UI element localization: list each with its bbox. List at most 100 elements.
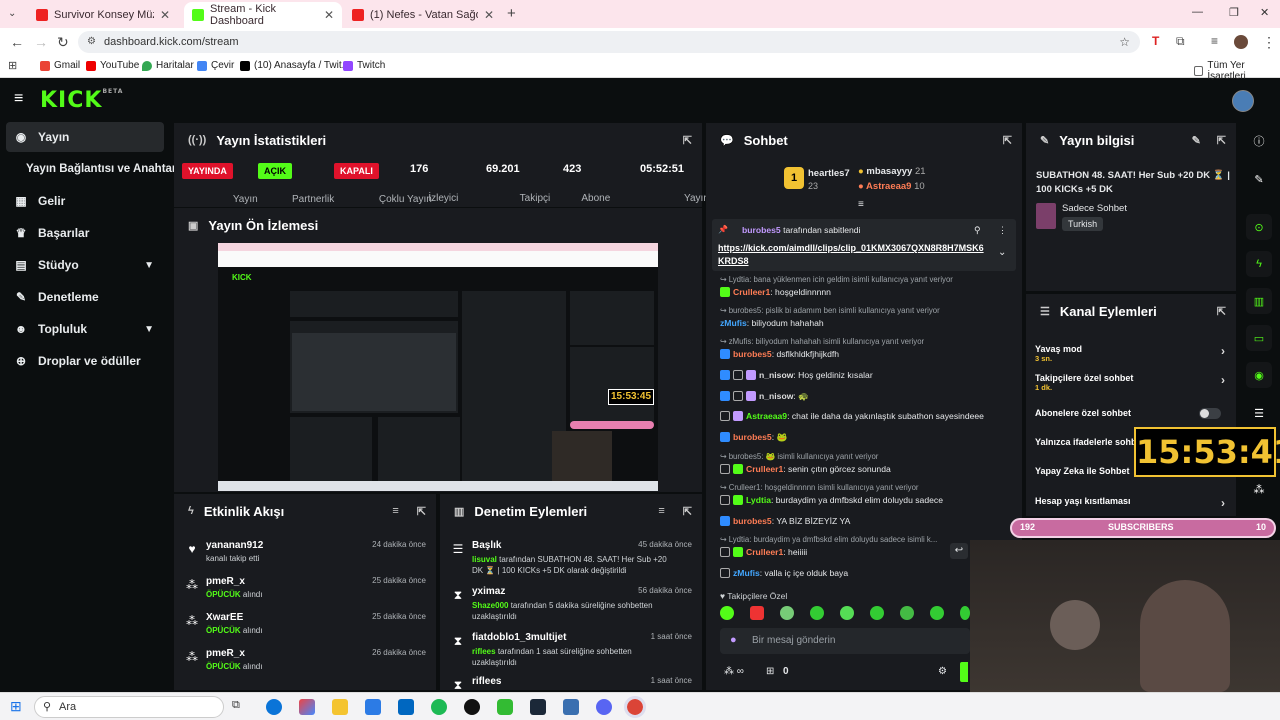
broadcast-icon[interactable]: ◉ [1246,362,1272,388]
emote-icon[interactable] [750,606,764,620]
emote-icon[interactable] [780,606,794,620]
forward-icon[interactable]: → [34,34,48,50]
info-icon[interactable]: ⓘ [1246,128,1272,154]
chat-message[interactable]: Crulleer1: hoşgeldinnnnn [720,287,1016,297]
filter-icon[interactable]: ≡ [658,505,664,517]
new-tab-icon[interactable]: + [507,5,516,22]
gift-icon[interactable]: ⊞ [766,666,774,677]
browser-tab-3[interactable]: (1) Nefes - Vatan Sağolsun | Mü ✕ [344,2,502,28]
popout-icon[interactable]: ⇱ [1217,305,1226,318]
reward-icon[interactable]: ⁂ [1246,476,1272,502]
channel-points-icon[interactable]: ⁂ ∞ [724,666,744,677]
emote-icon[interactable] [870,606,884,620]
emote-icon[interactable] [960,606,970,620]
filter-icon[interactable]: ≡ [392,505,398,517]
action-subs-only[interactable]: Abonelere özel sohbet [1035,408,1225,419]
chat-message[interactable]: burobes5: 🐸 [720,432,1016,443]
chat-bubble-icon[interactable]: ▭ [1246,325,1272,351]
chrome-icon[interactable] [624,696,646,718]
app-icon[interactable] [563,699,579,715]
sidebar-item-stream[interactable]: ◉ Yayın [6,122,164,152]
emote-icon[interactable] [930,606,944,620]
spotify-icon[interactable] [431,699,447,715]
action-ai-chat[interactable]: Yapay Zeka ile Sohbet [1035,466,1147,476]
all-bookmarks[interactable]: Tüm Yer İşaretleri [1194,60,1280,82]
kick-logo[interactable]: KICKBETA [40,88,123,113]
chat-settings-gear-icon[interactable]: ⚙ [938,666,947,677]
chat-message[interactable]: Lydtia: burdaydim ya dmfbskd elim doluyd… [720,495,1016,505]
browser-tab-2[interactable]: Stream - Kick Dashboard ✕ [184,2,342,28]
obs-icon[interactable] [464,699,480,715]
bookmark-twitter[interactable]: (10) Anasayfa / Twit... [240,60,350,71]
kick-app-icon[interactable] [497,699,513,715]
popout-icon[interactable]: ⇱ [1217,134,1226,147]
gifter-3[interactable]: ● Astraeaa9 10 [858,181,925,192]
browser-menu-icon[interactable]: ⋮ [1262,34,1276,51]
chat-message[interactable]: burobes5: dsflkhldkfjhijkdfh [720,349,1016,359]
taskbar-search[interactable]: ⚲ Ara [34,696,224,718]
media-control-icon[interactable]: ≡ [1211,34,1218,48]
bookmark-maps[interactable]: Haritalar [142,60,194,71]
file-explorer-icon[interactable] [332,699,348,715]
sidebar-item-studio[interactable]: ▤ Stüdyo ▼ [6,250,164,280]
pin-icon[interactable]: ⚲ [974,225,981,236]
mic-icon[interactable]: ● [730,634,737,646]
chat-message[interactable]: zMufis: biliyodum hahahah [720,318,1016,328]
windows-start-icon[interactable]: ⊞ [10,698,22,715]
bookmark-translate[interactable]: Çevir [197,60,234,71]
emote-icon[interactable] [810,606,824,620]
chevron-down-icon[interactable]: ⌄ [998,247,1006,258]
user-avatar[interactable] [1232,90,1254,112]
popout-icon[interactable]: ⇱ [1003,134,1012,147]
action-account-age[interactable]: Hesap yaşı kısıtlaması › [1035,496,1225,510]
close-tab-icon[interactable]: ✕ [324,8,334,22]
close-tab-icon[interactable]: ✕ [484,8,494,22]
task-view-icon[interactable]: ⧉ [232,699,240,712]
site-info-icon[interactable]: ⚙ [87,31,96,53]
popout-icon[interactable]: ⇱ [683,505,692,518]
bookmark-youtube[interactable]: YouTube [86,60,139,71]
stream-preview-video[interactable]: KICK 15:53:45 [218,243,658,491]
send-button[interactable] [960,662,968,682]
sidebar-item-stream-key[interactable]: Yayın Bağlantısı ve Anahtarı [6,154,180,184]
extension-icon[interactable]: T [1152,34,1159,48]
url-field[interactable]: ⚙ dashboard.kick.com/stream ☆ [78,31,1140,53]
gifter-2[interactable]: ● mbasayyy 21 [858,166,926,177]
sidebar-item-revenue[interactable]: ▦ Gelir [6,186,164,216]
tag-chip[interactable]: Turkish [1062,217,1104,231]
maximize-icon[interactable]: ❐ [1229,6,1239,19]
sidebar-item-community[interactable]: ☻ Topluluk ▼ [6,314,164,344]
chat-message[interactable]: n_nisow: Hoş geldiniz kısalar [720,370,1016,380]
category-name[interactable]: Sadece Sohbet [1062,203,1127,214]
sidebar-item-achievements[interactable]: ♛ Başarılar [6,218,164,248]
edit-icon[interactable]: ✎ [1246,166,1272,192]
emote-icon[interactable] [900,606,914,620]
store-icon[interactable] [365,699,381,715]
more-options-icon[interactable]: ⋮ [998,225,1007,236]
hamburger-menu-icon[interactable]: ≡ [14,90,23,108]
minimize-icon[interactable]: — [1192,6,1203,18]
bookmark-gmail[interactable]: Gmail [40,60,80,71]
expand-icon[interactable]: ≡ [858,199,864,210]
close-window-icon[interactable]: ✕ [1260,6,1269,19]
tab-search-icon[interactable]: ⌄ [8,8,16,19]
back-icon[interactable]: ← [10,34,24,50]
mail-icon[interactable] [398,699,414,715]
action-slow-mode[interactable]: Yavaş mod 3 sn. › [1035,344,1225,363]
edge-icon[interactable] [266,699,282,715]
bookmark-star-icon[interactable]: ☆ [1119,31,1130,53]
steam-icon[interactable] [530,699,546,715]
target-icon[interactable]: ⊙ [1246,214,1272,240]
emote-icon[interactable] [720,606,734,620]
top-gifter-name[interactable]: heartles7 [808,168,850,179]
action-emote-only[interactable]: Yalnızca ifadelerle sohbet [1035,437,1147,447]
chat-message[interactable]: burobes5: YA BİZ BİZEYİZ YA [720,516,1016,526]
lightning-icon[interactable]: ϟ [1246,251,1272,277]
chat-message[interactable]: Crulleer1: senin çıtın görcez sonunda [720,464,1016,474]
extensions-puzzle-icon[interactable]: ⧉ [1176,34,1185,49]
discord-icon[interactable] [596,699,612,715]
action-followers-only[interactable]: Takipçilere özel sohbet 1 dk. › [1035,373,1225,392]
chat-input[interactable]: ● Bir mesaj gönderin [720,628,970,654]
bookmark-twitch[interactable]: Twitch [343,60,385,71]
subs-only-toggle[interactable] [1199,408,1221,419]
